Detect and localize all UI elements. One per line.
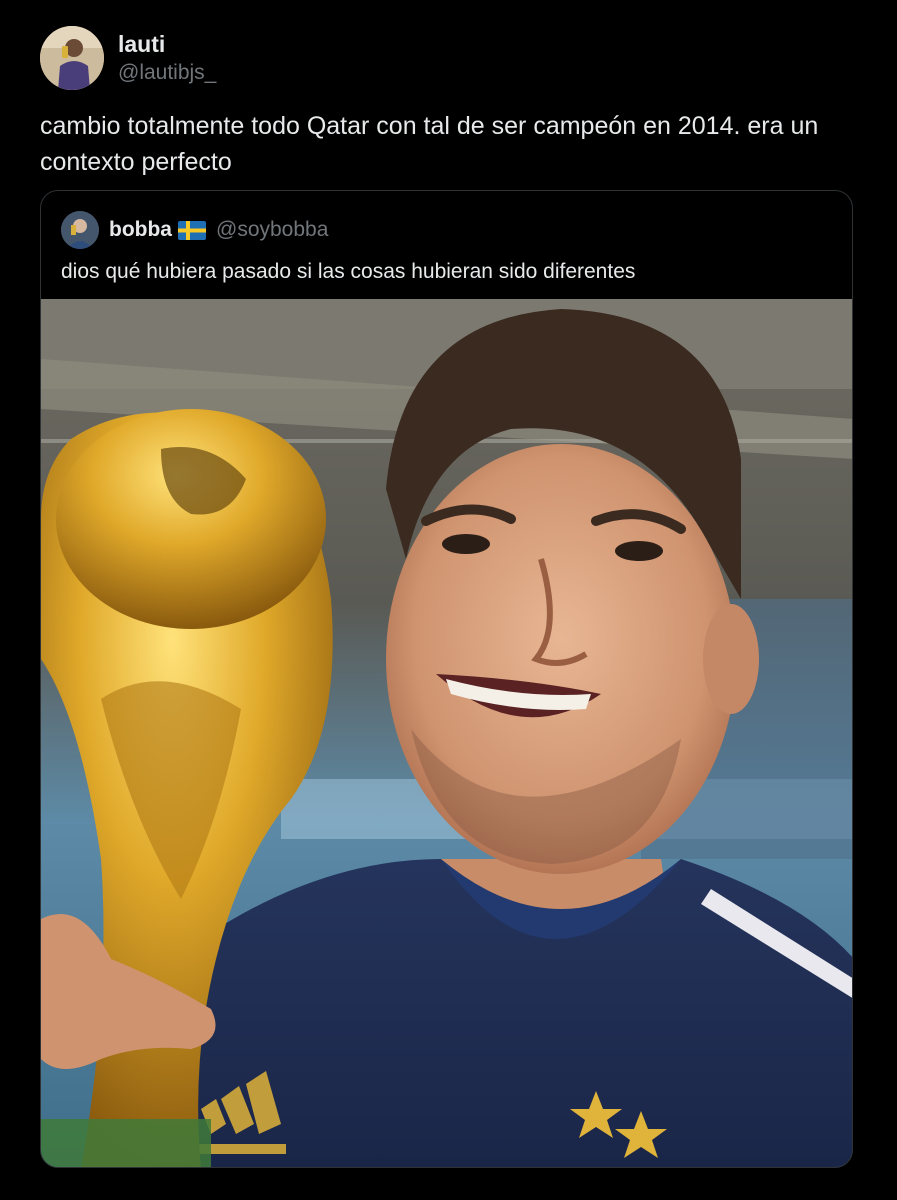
quoted-display-name[interactable]: bobba — [109, 218, 172, 242]
quoted-handle[interactable]: @soybobba — [216, 218, 328, 242]
author-avatar[interactable] — [40, 26, 104, 90]
quoted-text: dios qué hubiera pasado si las cosas hub… — [61, 260, 636, 283]
quoted-media-image[interactable] — [41, 299, 852, 1167]
author-display-name[interactable]: lauti — [118, 29, 216, 59]
quoted-author-avatar[interactable] — [61, 211, 99, 249]
quoted-tweet[interactable]: bobba @soybobba dios qué hubiera pasado … — [40, 190, 853, 1168]
quoted-tweet-header: bobba @soybobba — [61, 211, 328, 249]
tweet-header: lauti @lautibjs_ — [40, 26, 216, 90]
tweet-text: cambio totalmente todo Qatar con tal de … — [40, 112, 819, 176]
sweden-flag-icon — [178, 220, 206, 240]
author-handle[interactable]: @lautibjs_ — [118, 59, 216, 87]
